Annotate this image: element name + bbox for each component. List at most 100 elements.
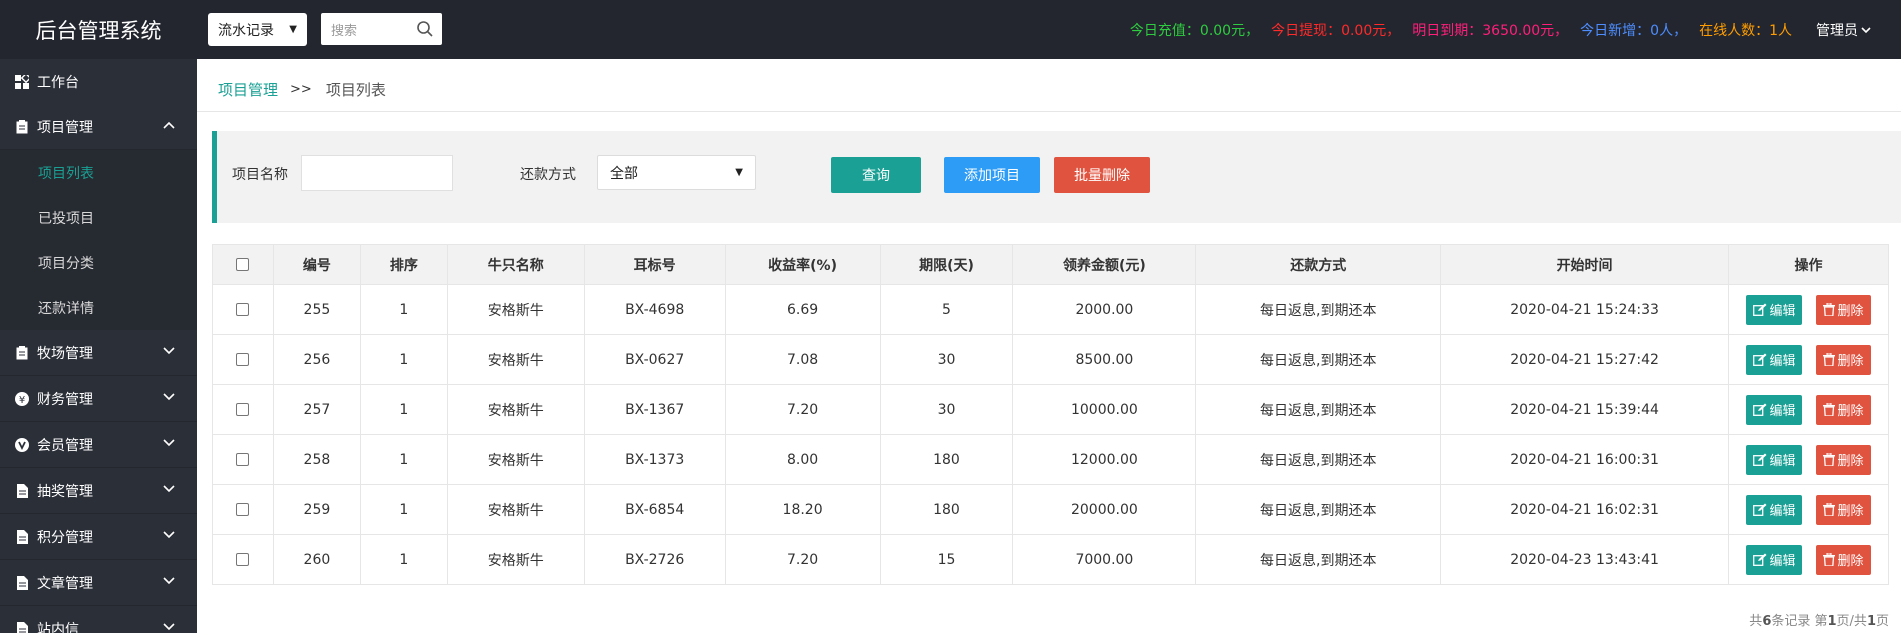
yield-rate-cell: 7.20	[724, 534, 881, 585]
ear-tag-cell: BX-0627	[583, 334, 726, 385]
column-header: 牛只名称	[446, 244, 585, 285]
yield-rate-cell: 8.00	[724, 434, 881, 485]
edit-icon	[1753, 403, 1767, 416]
repay-method-select[interactable]: 全部 ▼	[597, 155, 756, 190]
admin-menu[interactable]: 管理员	[1804, 20, 1871, 40]
document-icon	[15, 483, 29, 498]
sidebar-item-lottery[interactable]: 抽奖管理	[0, 468, 197, 514]
sidebar-item-projects[interactable]: 项目管理	[0, 104, 197, 150]
edit-button[interactable]: 编辑	[1746, 394, 1803, 425]
chevron-down-icon	[163, 531, 175, 539]
breadcrumb-parent-link[interactable]: 项目管理	[218, 79, 278, 100]
edit-button[interactable]: 编辑	[1746, 544, 1803, 575]
column-header: 开始时间	[1440, 244, 1729, 285]
delete-button[interactable]: 删除	[1816, 494, 1871, 525]
edit-label: 编辑	[1769, 354, 1796, 369]
row-checkbox[interactable]	[236, 303, 250, 316]
yield-rate-cell: 6.69	[724, 284, 881, 335]
sidebar-subitem-category[interactable]: 项目分类	[0, 240, 197, 285]
batch-delete-button[interactable]: 批量删除	[1054, 157, 1150, 193]
sidebar-item-points[interactable]: 积分管理	[0, 514, 197, 560]
sidebar-item-messages[interactable]: 站内信	[0, 606, 197, 633]
start-time-cell: 2020-04-21 15:24:33	[1440, 284, 1729, 335]
actions-cell: 编辑 删除	[1727, 284, 1890, 335]
project-name-label: 项目名称	[232, 167, 288, 183]
table-row: 255 1 安格斯牛 BX-4698 6.69 5 2000.00 每日返息,到期还本 2020…	[212, 284, 1890, 335]
delete-button[interactable]: 删除	[1816, 294, 1871, 325]
main-content: 项目管理 >> 项目列表 项目名称 还款方式 全部 ▼ 查询 添加项目 批量删除…	[197, 59, 1901, 633]
cattle-name-cell: 安格斯牛	[446, 484, 585, 535]
sidebar-subitem-project-list[interactable]: 项目列表	[0, 150, 197, 195]
divider	[197, 111, 1901, 112]
admin-label: 管理员	[1816, 22, 1858, 39]
delete-button[interactable]: 删除	[1816, 344, 1871, 375]
ear-tag-cell: BX-6854	[583, 484, 726, 535]
row-checkbox[interactable]	[236, 353, 250, 366]
sidebar-item-finance[interactable]: ¥ 财务管理	[0, 376, 197, 422]
ear-tag-cell: BX-4698	[583, 284, 726, 335]
row-select-cell	[212, 284, 274, 335]
pager-text: 页	[1875, 614, 1889, 629]
sidebar-item-label: 工作台	[37, 74, 79, 91]
chevron-down-icon	[1861, 26, 1871, 33]
sidebar-subitem-repayment[interactable]: 还款详情	[0, 285, 197, 330]
search-input[interactable]: 搜索	[321, 13, 442, 45]
column-header: 还款方式	[1195, 244, 1442, 285]
sidebar-item-label: 抽奖管理	[37, 483, 93, 500]
sort-cell: 1	[359, 434, 448, 485]
repay-method-value: 全部	[610, 165, 638, 182]
sidebar-item-ranch[interactable]: 牧场管理	[0, 330, 197, 376]
sidebar-subitem-invested[interactable]: 已投项目	[0, 195, 197, 240]
row-checkbox[interactable]	[236, 453, 250, 466]
trash-icon	[1823, 303, 1836, 316]
add-project-button[interactable]: 添加项目	[944, 157, 1040, 193]
sidebar-item-dashboard[interactable]: 工作台	[0, 59, 197, 104]
row-select-cell	[212, 434, 274, 485]
adopt-amount-cell: 2000.00	[1012, 284, 1197, 335]
query-button[interactable]: 查询	[831, 157, 921, 193]
top-header: 后台管理系统 流水记录 ▼ 搜索 今日充值：0.00元， 今日提现：0.00元，…	[0, 0, 1901, 59]
yen-icon: ¥	[15, 391, 29, 406]
table-row: 260 1 安格斯牛 BX-2726 7.20 15 7000.00 每日返息,到期还本 202…	[212, 534, 1890, 585]
sidebar-item-label: 会员管理	[37, 437, 93, 454]
document-icon	[15, 621, 29, 633]
stat-due: 明日到期：3650.00元，	[1412, 22, 1569, 39]
delete-label: 删除	[1837, 454, 1864, 469]
ear-tag-cell: BX-1367	[583, 384, 726, 435]
row-checkbox[interactable]	[236, 403, 250, 416]
yield-rate-cell: 7.20	[724, 384, 881, 435]
edit-icon	[1753, 453, 1767, 466]
sidebar-item-members[interactable]: 会员管理	[0, 422, 197, 468]
repay-method-cell: 每日返息,到期还本	[1195, 284, 1442, 335]
row-checkbox[interactable]	[236, 503, 250, 516]
ear-tag-cell: BX-1373	[583, 434, 726, 485]
delete-button[interactable]: 删除	[1816, 544, 1871, 575]
edit-button[interactable]: 编辑	[1746, 444, 1803, 475]
select-all-checkbox[interactable]	[236, 258, 250, 271]
app-title: 后台管理系统	[35, 18, 162, 43]
pager-text: 条记录 第	[1771, 614, 1828, 629]
sidebar-item-label: 积分管理	[37, 529, 93, 546]
column-header: 操作	[1727, 244, 1890, 285]
breadcrumb: 项目管理 >> 项目列表	[218, 79, 386, 100]
actions-cell: 编辑 删除	[1727, 384, 1890, 435]
delete-button[interactable]: 删除	[1816, 394, 1871, 425]
project-name-input[interactable]	[301, 155, 453, 191]
edit-button[interactable]: 编辑	[1746, 294, 1803, 325]
actions-cell: 编辑 删除	[1727, 334, 1890, 385]
pager-text: 页/共	[1836, 614, 1867, 629]
ear-tag-cell: BX-2726	[583, 534, 726, 585]
type-select[interactable]: 流水记录 ▼	[208, 13, 307, 46]
row-checkbox[interactable]	[236, 553, 250, 566]
start-time-cell: 2020-04-21 15:27:42	[1440, 334, 1729, 385]
edit-button[interactable]: 编辑	[1746, 344, 1803, 375]
chevron-down-icon: ▼	[735, 167, 743, 178]
sidebar-item-articles[interactable]: 文章管理	[0, 560, 197, 606]
cattle-name-cell: 安格斯牛	[446, 384, 585, 435]
delete-label: 删除	[1837, 404, 1864, 419]
delete-button[interactable]: 删除	[1816, 444, 1871, 475]
repay-method-cell: 每日返息,到期还本	[1195, 434, 1442, 485]
id-cell: 259	[272, 484, 361, 535]
edit-button[interactable]: 编辑	[1746, 494, 1803, 525]
search-icon[interactable]	[416, 20, 434, 38]
